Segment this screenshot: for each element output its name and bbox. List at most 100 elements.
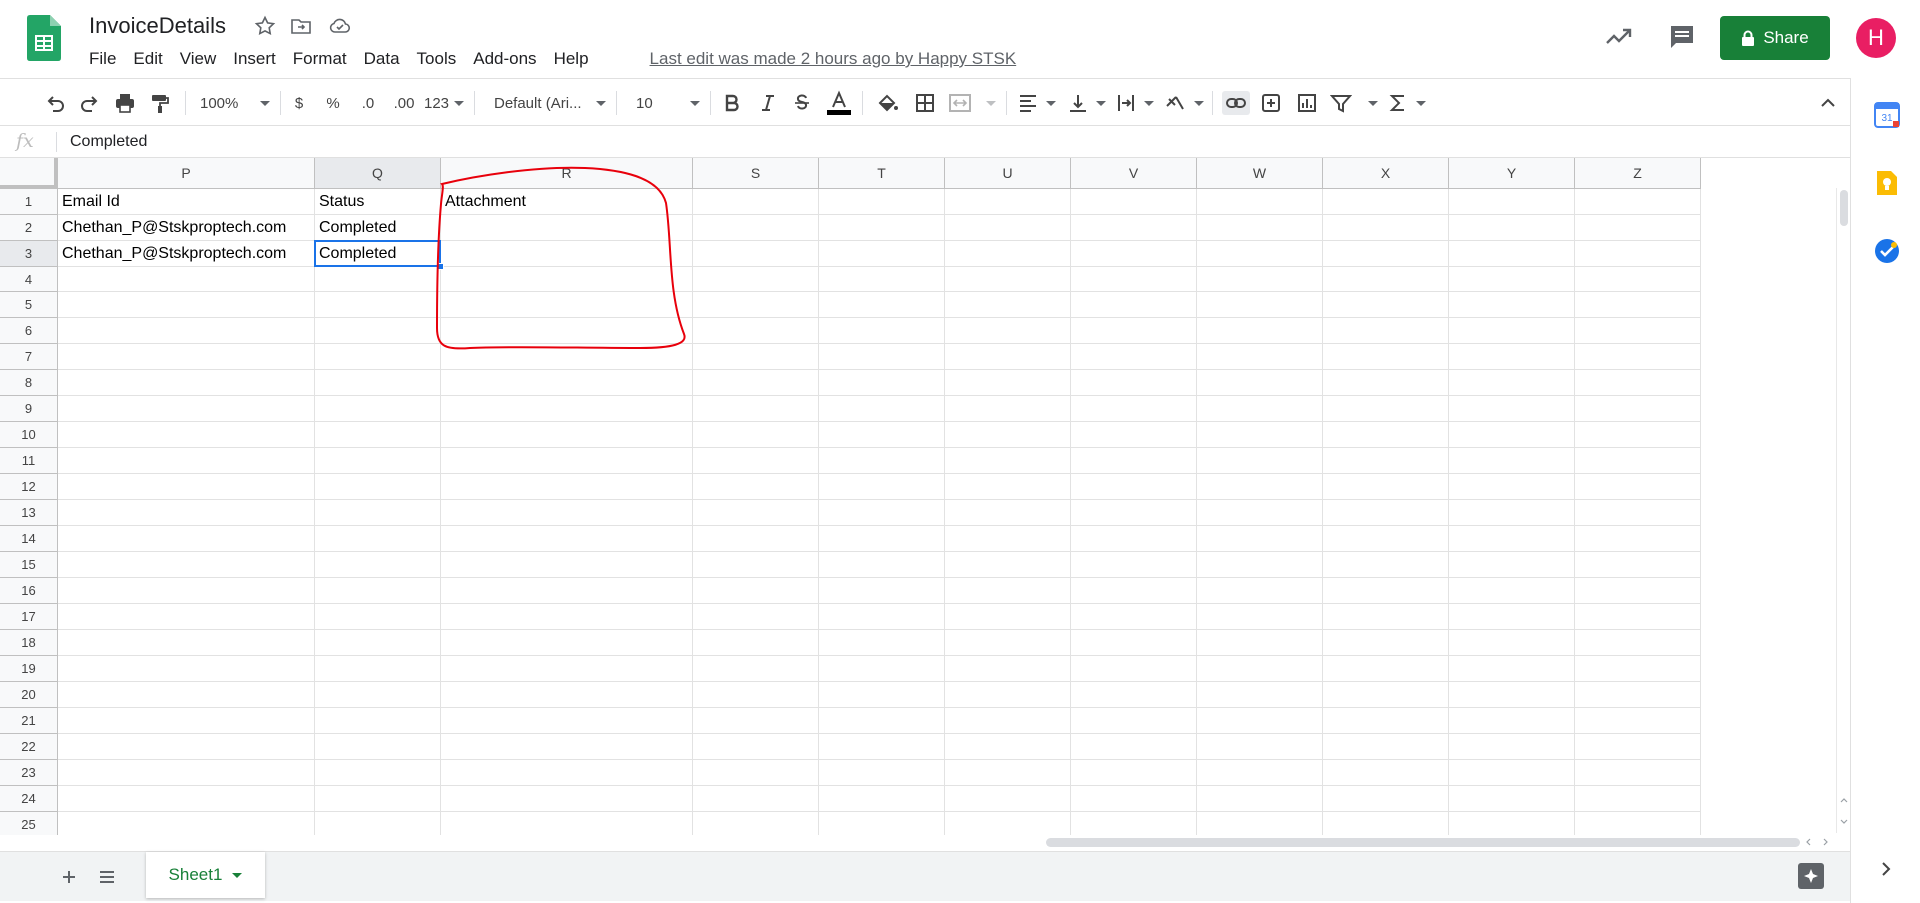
cell-q8[interactable] — [315, 370, 441, 396]
cell-w22[interactable] — [1197, 734, 1323, 760]
paint-format-icon[interactable] — [147, 91, 173, 115]
cell-w23[interactable] — [1197, 760, 1323, 786]
cell-z13[interactable] — [1575, 500, 1701, 526]
cell-s15[interactable] — [693, 552, 819, 578]
cell-x22[interactable] — [1323, 734, 1449, 760]
cell-r18[interactable] — [441, 630, 693, 656]
cell-s4[interactable] — [693, 267, 819, 292]
cell-w2[interactable] — [1197, 215, 1323, 241]
cell-v19[interactable] — [1071, 656, 1197, 682]
cell-v1[interactable] — [1071, 189, 1197, 215]
cell-y1[interactable] — [1449, 189, 1575, 215]
account-avatar[interactable]: H — [1856, 18, 1896, 58]
column-header-u[interactable]: U — [945, 158, 1071, 189]
cell-y14[interactable] — [1449, 526, 1575, 552]
cell-p20[interactable] — [58, 682, 315, 708]
cell-s18[interactable] — [693, 630, 819, 656]
chevron-down-icon[interactable] — [232, 872, 243, 878]
row-header-8[interactable]: 8 — [0, 370, 58, 396]
cell-r1[interactable]: Attachment — [441, 189, 693, 215]
row-header-4[interactable]: 4 — [0, 267, 58, 292]
cell-u7[interactable] — [945, 344, 1071, 370]
column-header-r[interactable]: R — [441, 158, 693, 189]
cell-y24[interactable] — [1449, 786, 1575, 812]
text-wrap-icon[interactable] — [1116, 91, 1154, 115]
row-header-14[interactable]: 14 — [0, 526, 58, 552]
cell-y11[interactable] — [1449, 448, 1575, 474]
cell-y3[interactable] — [1449, 241, 1575, 267]
cell-x8[interactable] — [1323, 370, 1449, 396]
cell-p13[interactable] — [58, 500, 315, 526]
cell-t20[interactable] — [819, 682, 945, 708]
cell-s17[interactable] — [693, 604, 819, 630]
cell-p2[interactable]: Chethan_P@Stskproptech.com — [58, 215, 315, 241]
row-header-23[interactable]: 23 — [0, 760, 58, 786]
cell-v15[interactable] — [1071, 552, 1197, 578]
cell-p18[interactable] — [58, 630, 315, 656]
cell-r22[interactable] — [441, 734, 693, 760]
cell-t22[interactable] — [819, 734, 945, 760]
cell-x5[interactable] — [1323, 292, 1449, 318]
row-header-9[interactable]: 9 — [0, 396, 58, 422]
cell-z19[interactable] — [1575, 656, 1701, 682]
cell-z5[interactable] — [1575, 292, 1701, 318]
cell-t23[interactable] — [819, 760, 945, 786]
cell-t17[interactable] — [819, 604, 945, 630]
menu-file[interactable]: File — [89, 49, 116, 69]
tasks-icon[interactable] — [1874, 238, 1900, 264]
row-header-3[interactable]: 3 — [0, 241, 58, 267]
cell-u20[interactable] — [945, 682, 1071, 708]
cell-u5[interactable] — [945, 292, 1071, 318]
cell-r6[interactable] — [441, 318, 693, 344]
star-icon[interactable] — [253, 14, 277, 38]
cell-w13[interactable] — [1197, 500, 1323, 526]
column-header-z[interactable]: Z — [1575, 158, 1701, 189]
cell-q19[interactable] — [315, 656, 441, 682]
cell-r2[interactable] — [441, 215, 693, 241]
cell-v6[interactable] — [1071, 318, 1197, 344]
cell-z7[interactable] — [1575, 344, 1701, 370]
cell-z11[interactable] — [1575, 448, 1701, 474]
vertical-align-icon[interactable] — [1068, 91, 1106, 115]
row-header-19[interactable]: 19 — [0, 656, 58, 682]
bold-icon[interactable] — [720, 91, 744, 115]
cell-u9[interactable] — [945, 396, 1071, 422]
cell-p8[interactable] — [58, 370, 315, 396]
cell-y6[interactable] — [1449, 318, 1575, 344]
cell-s19[interactable] — [693, 656, 819, 682]
cell-q14[interactable] — [315, 526, 441, 552]
cell-t3[interactable] — [819, 241, 945, 267]
cell-r12[interactable] — [441, 474, 693, 500]
cell-y20[interactable] — [1449, 682, 1575, 708]
cell-s16[interactable] — [693, 578, 819, 604]
cell-s5[interactable] — [693, 292, 819, 318]
cell-y17[interactable] — [1449, 604, 1575, 630]
cell-z8[interactable] — [1575, 370, 1701, 396]
cell-t18[interactable] — [819, 630, 945, 656]
cell-v16[interactable] — [1071, 578, 1197, 604]
horizontal-scrollbar[interactable] — [1040, 835, 1836, 849]
increase-decimal-button[interactable]: .00 — [388, 91, 420, 115]
column-header-w[interactable]: W — [1197, 158, 1323, 189]
cell-t2[interactable] — [819, 215, 945, 241]
cell-v9[interactable] — [1071, 396, 1197, 422]
last-edit-link[interactable]: Last edit was made 2 hours ago by Happy … — [650, 49, 1017, 69]
cell-x1[interactable] — [1323, 189, 1449, 215]
collapse-icon[interactable] — [1816, 91, 1840, 115]
cell-v20[interactable] — [1071, 682, 1197, 708]
cell-p10[interactable] — [58, 422, 315, 448]
cell-v23[interactable] — [1071, 760, 1197, 786]
cell-t1[interactable] — [819, 189, 945, 215]
cell-q6[interactable] — [315, 318, 441, 344]
cell-v10[interactable] — [1071, 422, 1197, 448]
row-header-18[interactable]: 18 — [0, 630, 58, 656]
cell-r16[interactable] — [441, 578, 693, 604]
cell-r8[interactable] — [441, 370, 693, 396]
cell-u22[interactable] — [945, 734, 1071, 760]
cell-s23[interactable] — [693, 760, 819, 786]
cell-w16[interactable] — [1197, 578, 1323, 604]
cell-v5[interactable] — [1071, 292, 1197, 318]
cell-u19[interactable] — [945, 656, 1071, 682]
cell-u1[interactable] — [945, 189, 1071, 215]
cell-p15[interactable] — [58, 552, 315, 578]
